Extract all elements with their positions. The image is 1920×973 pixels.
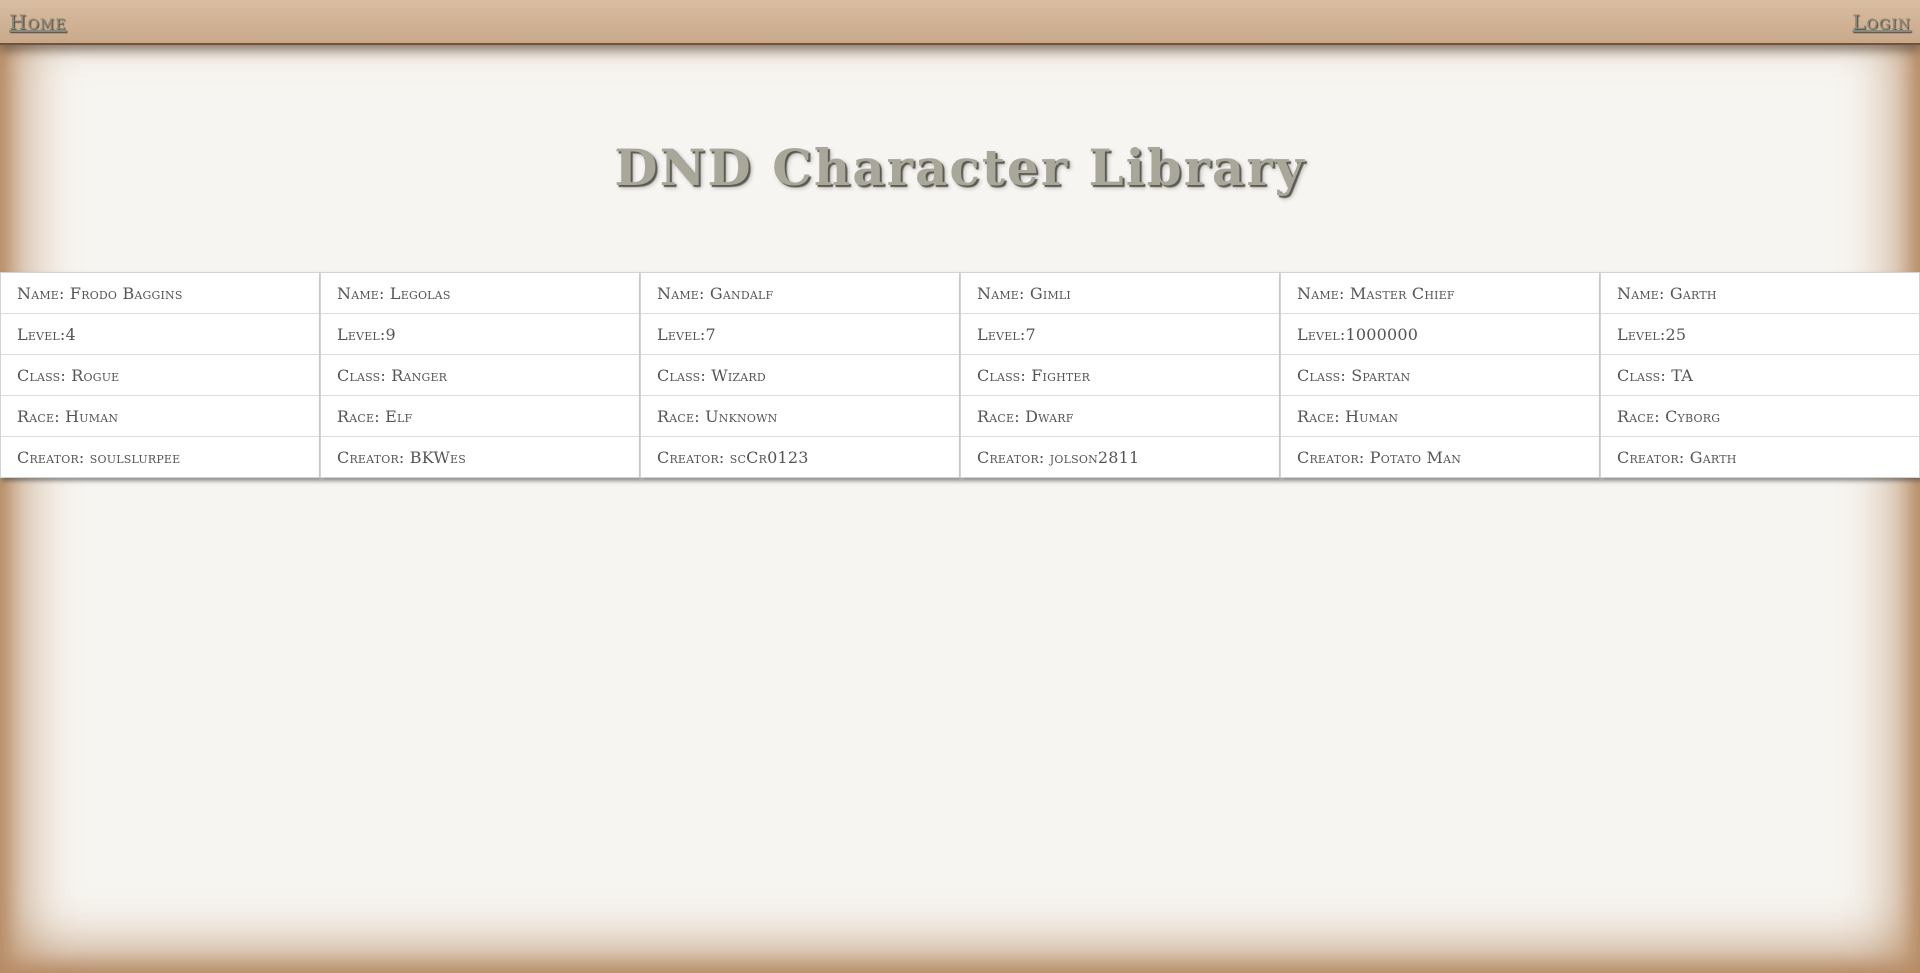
character-class: Class: TA xyxy=(1601,355,1919,396)
character-card[interactable]: Name: Legolas Level:9 Class: Ranger Race… xyxy=(320,272,640,478)
login-link[interactable]: Login xyxy=(1852,10,1911,34)
character-card[interactable]: Name: Garth Level:25 Class: TA Race: Cyb… xyxy=(1600,272,1920,478)
character-class: Class: Fighter xyxy=(961,355,1279,396)
character-name: Name: Master Chief xyxy=(1281,273,1599,314)
character-race: Race: Cyborg xyxy=(1601,396,1919,437)
character-name: Name: Legolas xyxy=(321,273,639,314)
character-name: Name: Frodo Baggins xyxy=(1,273,319,314)
character-card[interactable]: Name: Frodo Baggins Level:4 Class: Rogue… xyxy=(0,272,320,478)
top-navbar: Home Login xyxy=(0,0,1920,45)
character-race: Race: Elf xyxy=(321,396,639,437)
character-class: Class: Wizard xyxy=(641,355,959,396)
character-level: Level:9 xyxy=(321,314,639,355)
character-class: Class: Rogue xyxy=(1,355,319,396)
page-title: DND Character Library xyxy=(614,138,1306,197)
character-level: Level:1000000 xyxy=(1281,314,1599,355)
character-race: Race: Unknown xyxy=(641,396,959,437)
character-level: Level:25 xyxy=(1601,314,1919,355)
character-level: Level:7 xyxy=(641,314,959,355)
home-link[interactable]: Home xyxy=(9,10,66,34)
character-level: Level:4 xyxy=(1,314,319,355)
character-class: Class: Spartan xyxy=(1281,355,1599,396)
character-name: Name: Garth xyxy=(1601,273,1919,314)
character-card[interactable]: Name: Gandalf Level:7 Class: Wizard Race… xyxy=(640,272,960,478)
character-level: Level:7 xyxy=(961,314,1279,355)
character-creator: Creator: jolson2811 xyxy=(977,448,1140,467)
character-race: Race: Human xyxy=(1281,396,1599,437)
character-name: Name: Gandalf xyxy=(641,273,959,314)
character-creator: Creator: Garth xyxy=(1617,448,1737,467)
character-card-list: Name: Frodo Baggins Level:4 Class: Rogue… xyxy=(0,272,1920,478)
character-creator: Creator: BKWes xyxy=(337,448,466,467)
character-name: Name: Gimli xyxy=(961,273,1279,314)
character-creator: Creator: Potato Man xyxy=(1297,448,1462,467)
character-race: Race: Dwarf xyxy=(961,396,1279,437)
character-card[interactable]: Name: Master Chief Level:1000000 Class: … xyxy=(1280,272,1600,478)
character-card[interactable]: Name: Gimli Level:7 Class: Fighter Race:… xyxy=(960,272,1280,478)
character-creator: Creator: soulslurpee xyxy=(17,448,181,467)
character-creator: Creator: scCr0123 xyxy=(657,448,809,467)
character-class: Class: Ranger xyxy=(321,355,639,396)
character-race: Race: Human xyxy=(1,396,319,437)
